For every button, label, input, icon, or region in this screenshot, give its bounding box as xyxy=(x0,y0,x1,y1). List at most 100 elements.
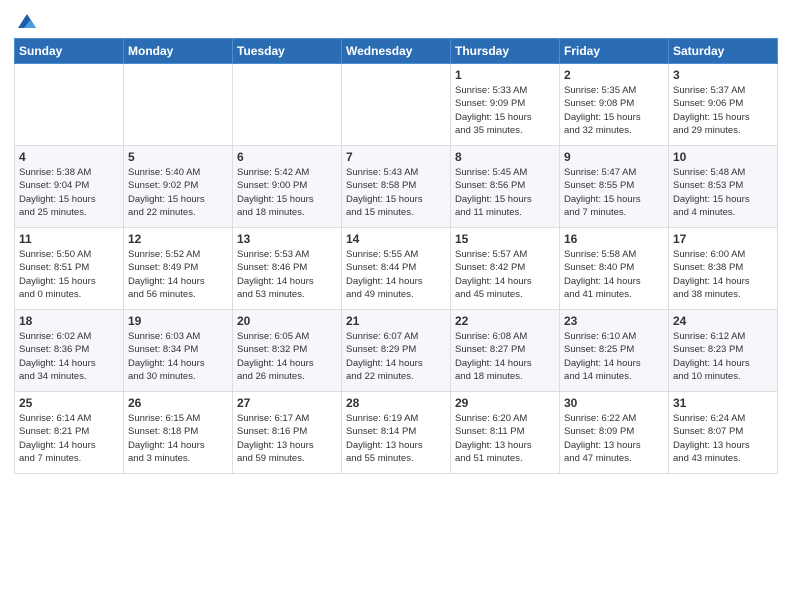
day-info: Sunrise: 6:08 AMSunset: 8:27 PMDaylight:… xyxy=(455,330,555,383)
day-number: 4 xyxy=(19,150,119,164)
day-info: Sunrise: 5:53 AMSunset: 8:46 PMDaylight:… xyxy=(237,248,337,301)
day-info: Sunrise: 6:03 AMSunset: 8:34 PMDaylight:… xyxy=(128,330,228,383)
calendar-cell: 17Sunrise: 6:00 AMSunset: 8:38 PMDayligh… xyxy=(669,228,778,310)
day-info: Sunrise: 5:55 AMSunset: 8:44 PMDaylight:… xyxy=(346,248,446,301)
day-number: 30 xyxy=(564,396,664,410)
calendar-cell: 3 Sunrise: 5:37 AMSunset: 9:06 PMDaylight… xyxy=(669,64,778,146)
day-info: Sunrise: 5:33 AMSunset: 9:09 PMDaylight:… xyxy=(455,84,555,137)
day-number: 11 xyxy=(19,232,119,246)
day-number: 27 xyxy=(237,396,337,410)
day-info: Sunrise: 6:10 AMSunset: 8:25 PMDaylight:… xyxy=(564,330,664,383)
calendar-cell xyxy=(15,64,124,146)
calendar-cell: 6 Sunrise: 5:42 AMSunset: 9:00 PMDaylight… xyxy=(233,146,342,228)
day-number: 2 xyxy=(564,68,664,82)
calendar-cell: 30 Sunrise: 6:22 AMSunset: 8:09 PMDayligh… xyxy=(560,392,669,474)
day-info: Sunrise: 5:43 AMSunset: 8:58 PMDaylight:… xyxy=(346,166,446,219)
day-number: 14 xyxy=(346,232,446,246)
calendar-cell: 28Sunrise: 6:19 AMSunset: 8:14 PMDayligh… xyxy=(342,392,451,474)
calendar-cell: 8 Sunrise: 5:45 AMSunset: 8:56 PMDaylight… xyxy=(451,146,560,228)
calendar-cell: 20Sunrise: 6:05 AMSunset: 8:32 PMDayligh… xyxy=(233,310,342,392)
calendar-cell: 31 Sunrise: 6:24 AMSunset: 8:07 PMDayligh… xyxy=(669,392,778,474)
day-info: Sunrise: 6:05 AMSunset: 8:32 PMDaylight:… xyxy=(237,330,337,383)
weekday-saturday: Saturday xyxy=(669,39,778,64)
day-info: Sunrise: 5:38 AMSunset: 9:04 PMDaylight:… xyxy=(19,166,119,219)
day-number: 3 xyxy=(673,68,773,82)
day-number: 12 xyxy=(128,232,228,246)
weekday-sunday: Sunday xyxy=(15,39,124,64)
calendar-cell xyxy=(342,64,451,146)
calendar-cell: 7 Sunrise: 5:43 AMSunset: 8:58 PMDaylight… xyxy=(342,146,451,228)
day-info: Sunrise: 5:50 AMSunset: 8:51 PMDaylight:… xyxy=(19,248,119,301)
day-number: 16 xyxy=(564,232,664,246)
day-info: Sunrise: 6:22 AMSunset: 8:09 PMDaylight:… xyxy=(564,412,664,465)
calendar-cell: 16 Sunrise: 5:58 AMSunset: 8:40 PMDayligh… xyxy=(560,228,669,310)
day-number: 6 xyxy=(237,150,337,164)
weekday-monday: Monday xyxy=(124,39,233,64)
day-number: 9 xyxy=(564,150,664,164)
logo xyxy=(14,10,38,32)
week-row-1: 1 Sunrise: 5:33 AMSunset: 9:09 PMDaylight… xyxy=(15,64,778,146)
day-number: 22 xyxy=(455,314,555,328)
day-info: Sunrise: 6:15 AMSunset: 8:18 PMDaylight:… xyxy=(128,412,228,465)
page-container: SundayMondayTuesdayWednesdayThursdayFrid… xyxy=(0,0,792,484)
day-info: Sunrise: 5:40 AMSunset: 9:02 PMDaylight:… xyxy=(128,166,228,219)
day-info: Sunrise: 5:52 AMSunset: 8:49 PMDaylight:… xyxy=(128,248,228,301)
calendar-cell: 26Sunrise: 6:15 AMSunset: 8:18 PMDayligh… xyxy=(124,392,233,474)
week-row-3: 11 Sunrise: 5:50 AMSunset: 8:51 PMDayligh… xyxy=(15,228,778,310)
calendar-cell: 11 Sunrise: 5:50 AMSunset: 8:51 PMDayligh… xyxy=(15,228,124,310)
calendar-cell: 27 Sunrise: 6:17 AMSunset: 8:16 PMDayligh… xyxy=(233,392,342,474)
calendar-cell: 4 Sunrise: 5:38 AMSunset: 9:04 PMDaylight… xyxy=(15,146,124,228)
calendar-cell: 24 Sunrise: 6:12 AMSunset: 8:23 PMDayligh… xyxy=(669,310,778,392)
calendar-cell: 18 Sunrise: 6:02 AMSunset: 8:36 PMDayligh… xyxy=(15,310,124,392)
calendar-cell: 10Sunrise: 5:48 AMSunset: 8:53 PMDayligh… xyxy=(669,146,778,228)
day-number: 24 xyxy=(673,314,773,328)
day-number: 23 xyxy=(564,314,664,328)
calendar-cell: 1 Sunrise: 5:33 AMSunset: 9:09 PMDaylight… xyxy=(451,64,560,146)
header xyxy=(14,10,778,32)
day-number: 1 xyxy=(455,68,555,82)
calendar-cell: 5Sunrise: 5:40 AMSunset: 9:02 PMDaylight… xyxy=(124,146,233,228)
calendar-cell: 2 Sunrise: 5:35 AMSunset: 9:08 PMDaylight… xyxy=(560,64,669,146)
day-info: Sunrise: 6:20 AMSunset: 8:11 PMDaylight:… xyxy=(455,412,555,465)
day-info: Sunrise: 5:45 AMSunset: 8:56 PMDaylight:… xyxy=(455,166,555,219)
day-number: 7 xyxy=(346,150,446,164)
day-info: Sunrise: 5:48 AMSunset: 8:53 PMDaylight:… xyxy=(673,166,773,219)
calendar-cell xyxy=(233,64,342,146)
day-info: Sunrise: 5:42 AMSunset: 9:00 PMDaylight:… xyxy=(237,166,337,219)
day-info: Sunrise: 6:14 AMSunset: 8:21 PMDaylight:… xyxy=(19,412,119,465)
day-info: Sunrise: 6:02 AMSunset: 8:36 PMDaylight:… xyxy=(19,330,119,383)
day-number: 31 xyxy=(673,396,773,410)
day-number: 8 xyxy=(455,150,555,164)
day-info: Sunrise: 6:17 AMSunset: 8:16 PMDaylight:… xyxy=(237,412,337,465)
day-info: Sunrise: 5:35 AMSunset: 9:08 PMDaylight:… xyxy=(564,84,664,137)
calendar-cell: 29 Sunrise: 6:20 AMSunset: 8:11 PMDayligh… xyxy=(451,392,560,474)
day-number: 15 xyxy=(455,232,555,246)
calendar-cell: 19Sunrise: 6:03 AMSunset: 8:34 PMDayligh… xyxy=(124,310,233,392)
calendar-cell: 13Sunrise: 5:53 AMSunset: 8:46 PMDayligh… xyxy=(233,228,342,310)
calendar-cell: 9 Sunrise: 5:47 AMSunset: 8:55 PMDaylight… xyxy=(560,146,669,228)
calendar-cell xyxy=(124,64,233,146)
day-info: Sunrise: 6:24 AMSunset: 8:07 PMDaylight:… xyxy=(673,412,773,465)
weekday-wednesday: Wednesday xyxy=(342,39,451,64)
day-info: Sunrise: 5:57 AMSunset: 8:42 PMDaylight:… xyxy=(455,248,555,301)
calendar-cell: 15 Sunrise: 5:57 AMSunset: 8:42 PMDayligh… xyxy=(451,228,560,310)
calendar-cell: 23 Sunrise: 6:10 AMSunset: 8:25 PMDayligh… xyxy=(560,310,669,392)
day-number: 18 xyxy=(19,314,119,328)
calendar-cell: 12 Sunrise: 5:52 AMSunset: 8:49 PMDayligh… xyxy=(124,228,233,310)
day-info: Sunrise: 5:37 AMSunset: 9:06 PMDaylight:… xyxy=(673,84,773,137)
week-row-2: 4 Sunrise: 5:38 AMSunset: 9:04 PMDaylight… xyxy=(15,146,778,228)
calendar-table: SundayMondayTuesdayWednesdayThursdayFrid… xyxy=(14,38,778,474)
logo-icon xyxy=(16,10,38,32)
calendar-cell: 25Sunrise: 6:14 AMSunset: 8:21 PMDayligh… xyxy=(15,392,124,474)
day-info: Sunrise: 5:58 AMSunset: 8:40 PMDaylight:… xyxy=(564,248,664,301)
day-info: Sunrise: 6:00 AMSunset: 8:38 PMDaylight:… xyxy=(673,248,773,301)
day-info: Sunrise: 6:07 AMSunset: 8:29 PMDaylight:… xyxy=(346,330,446,383)
calendar-cell: 21Sunrise: 6:07 AMSunset: 8:29 PMDayligh… xyxy=(342,310,451,392)
calendar-cell: 14 Sunrise: 5:55 AMSunset: 8:44 PMDayligh… xyxy=(342,228,451,310)
weekday-thursday: Thursday xyxy=(451,39,560,64)
day-info: Sunrise: 6:19 AMSunset: 8:14 PMDaylight:… xyxy=(346,412,446,465)
day-number: 29 xyxy=(455,396,555,410)
day-info: Sunrise: 5:47 AMSunset: 8:55 PMDaylight:… xyxy=(564,166,664,219)
week-row-4: 18 Sunrise: 6:02 AMSunset: 8:36 PMDayligh… xyxy=(15,310,778,392)
day-info: Sunrise: 6:12 AMSunset: 8:23 PMDaylight:… xyxy=(673,330,773,383)
